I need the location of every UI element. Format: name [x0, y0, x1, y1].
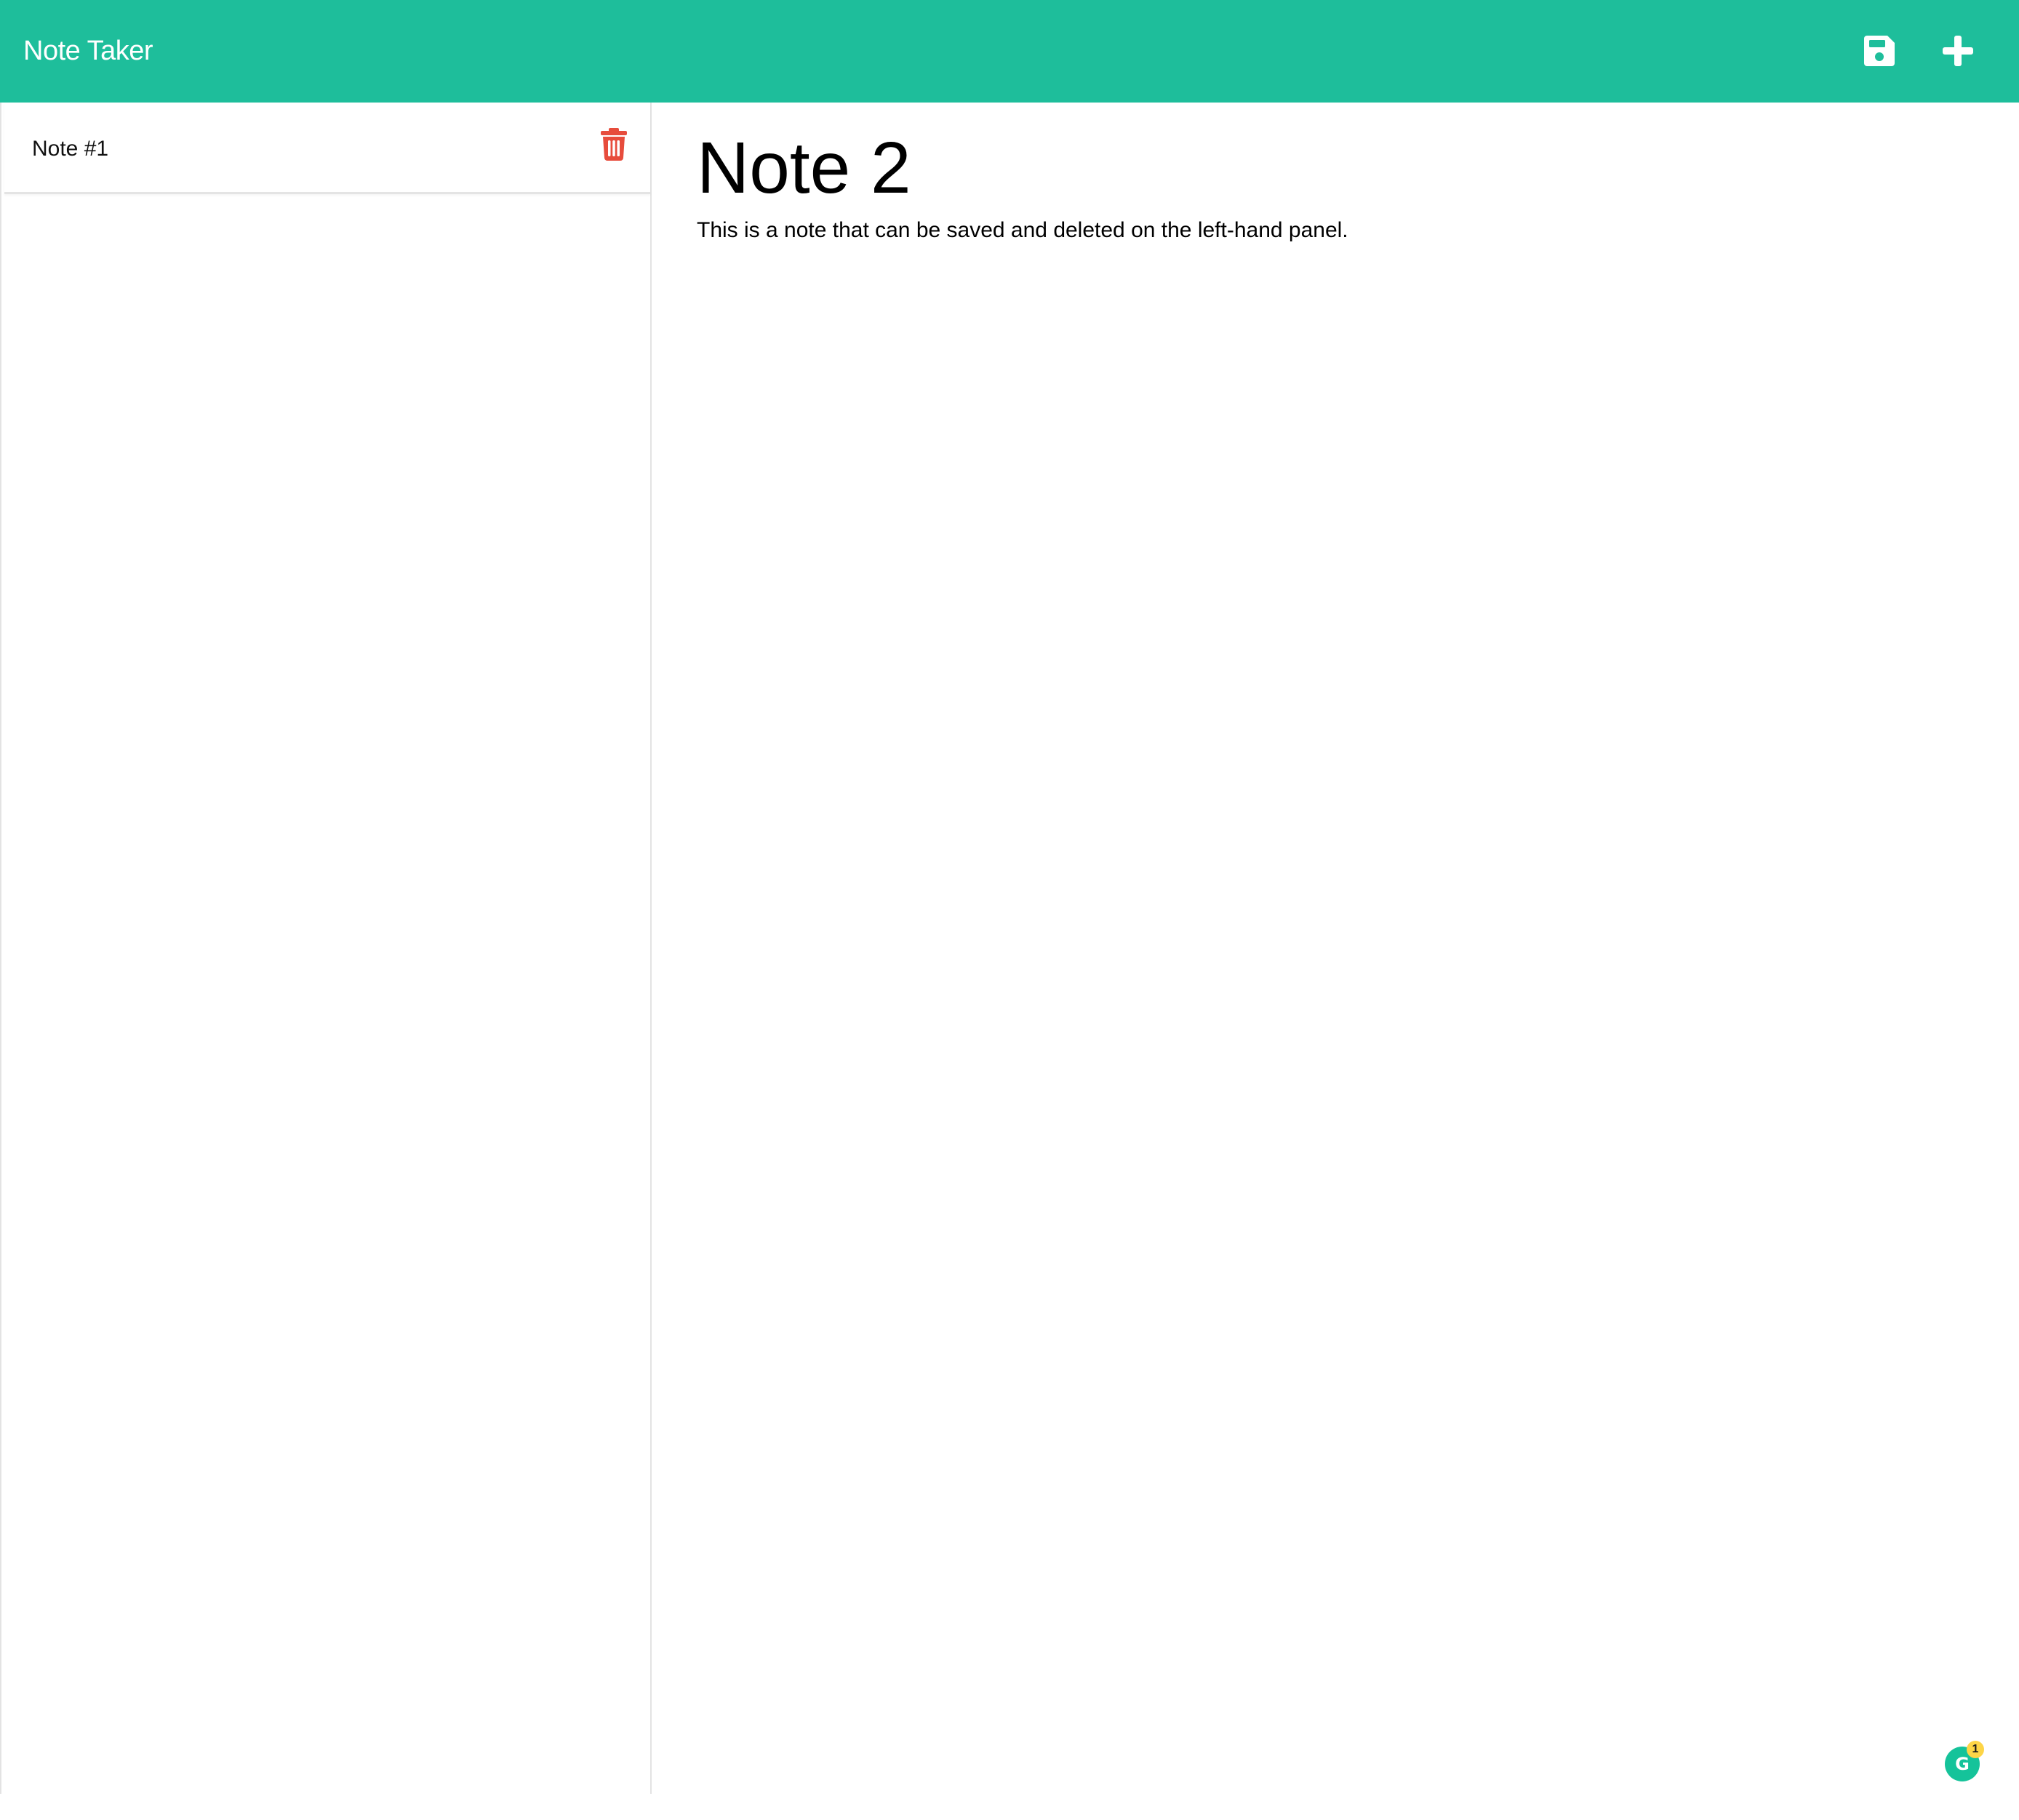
- save-note-button[interactable]: [1853, 25, 1906, 77]
- floppy-disk-icon: [1864, 36, 1895, 66]
- new-note-button[interactable]: [1932, 25, 1984, 77]
- grammarly-button[interactable]: G 1: [1945, 1741, 1986, 1781]
- brand-title[interactable]: Note Taker: [23, 32, 153, 70]
- trash-icon: [601, 128, 627, 161]
- note-text-area[interactable]: This is a note that can be saved and del…: [697, 216, 1933, 303]
- grammarly-letter: G: [1955, 1754, 1970, 1774]
- grammarly-badge: 1: [1967, 1741, 1984, 1758]
- note-editor: This is a note that can be saved and del…: [652, 103, 2019, 1794]
- note-title-input[interactable]: [697, 120, 1933, 216]
- list-item[interactable]: Note #1: [4, 103, 650, 194]
- delete-note-button[interactable]: [599, 127, 628, 161]
- plus-icon: [1943, 36, 1973, 66]
- navbar: Note Taker: [0, 0, 2019, 103]
- note-list-item-title[interactable]: Note #1: [32, 135, 108, 164]
- note-list-panel: Note #1: [0, 103, 652, 1794]
